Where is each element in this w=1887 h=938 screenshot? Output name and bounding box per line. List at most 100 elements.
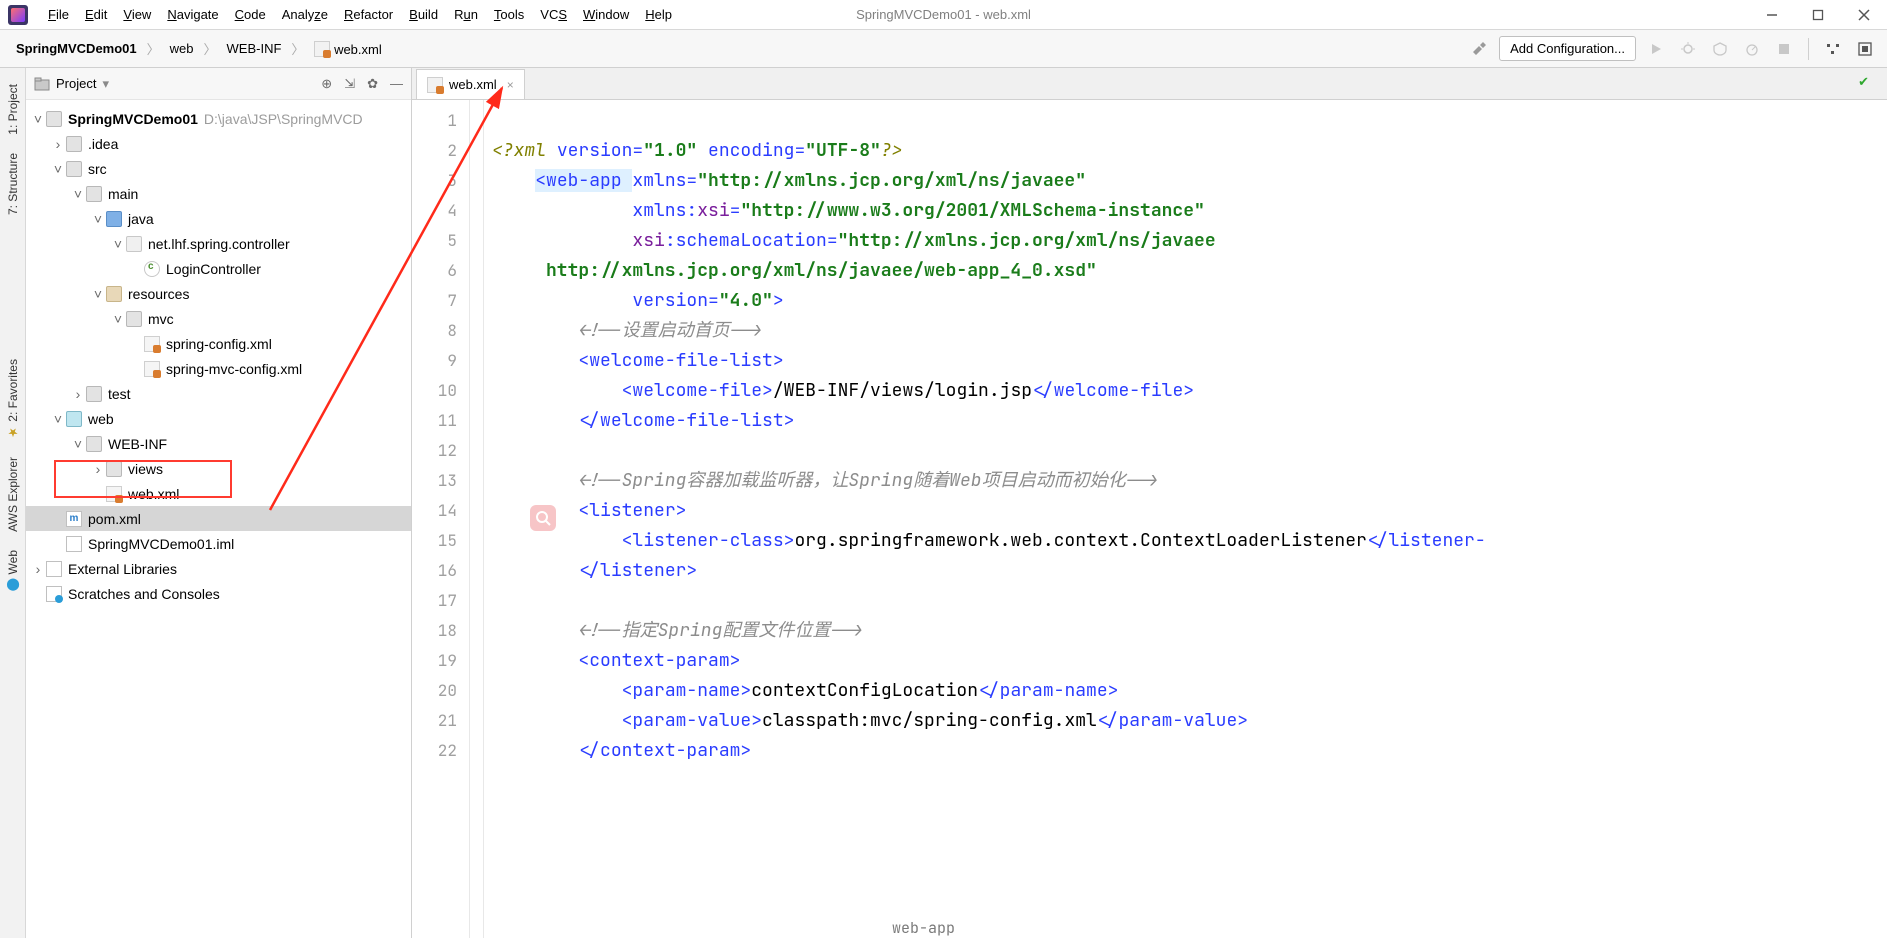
build-hammer-icon[interactable] [1467,37,1491,61]
menu-help[interactable]: Help [637,3,680,26]
tree-views[interactable]: ›views [26,456,411,481]
tool-tab-favorites[interactable]: ★2: Favorites [4,353,22,446]
tree-scratches[interactable]: Scratches and Consoles [26,581,411,606]
maximize-icon[interactable] [1795,0,1841,29]
code-token: http://xmlns.jcp.org/xml/ns/javaee/web-a… [546,259,1097,282]
folder-icon [86,436,102,452]
crumb-web[interactable]: web [164,39,200,58]
code-token: version [557,139,633,162]
code-token: > [773,349,784,372]
navbar: SpringMVCDemo01 〉 web 〉 WEB-INF 〉 web.xm… [0,30,1887,68]
menu-run[interactable]: Run [446,3,486,26]
debug-icon[interactable] [1676,37,1700,61]
code-token: > [784,529,795,552]
tool-tab-project[interactable]: 1: Project [4,78,22,141]
code-token: xmlns [632,169,686,192]
tree-webxml[interactable]: web.xml [26,481,411,506]
menu-navigate[interactable]: Navigate [159,3,226,26]
node-label: LoginController [166,261,261,277]
menu-tools[interactable]: Tools [486,3,532,26]
tree-iml[interactable]: SpringMVCDemo01.iml [26,531,411,556]
tool-tab-structure[interactable]: 7: Structure [4,147,22,221]
tab-close-icon[interactable]: × [507,78,514,92]
tool-tab-aws[interactable]: AWS Explorer [4,451,22,538]
collapse-icon[interactable]: — [390,76,403,92]
menu-view[interactable]: View [115,3,159,26]
chevron-down-icon[interactable]: ▾ [102,76,109,92]
code-token: context-param [600,739,740,762]
locate-icon[interactable]: ⊕ [321,76,332,92]
add-configuration-button[interactable]: Add Configuration... [1499,36,1636,61]
menu-refactor[interactable]: Refactor [336,3,401,26]
code-token: > [1183,379,1194,402]
tree-spring-mvc-config[interactable]: spring-mvc-config.xml [26,356,411,381]
code-token: xmlns: [632,199,697,222]
scratches-icon [46,586,62,602]
tree-pom[interactable]: mpom.xml [26,506,411,531]
node-label: src [88,161,107,177]
code-token: listener [589,499,675,522]
crumb-project[interactable]: SpringMVCDemo01 [10,39,143,58]
menu-analyze[interactable]: Analyze [274,3,336,26]
crumb-file[interactable]: web.xml [308,39,387,59]
tree-package[interactable]: ˅net.lhf.spring.controller [26,231,411,256]
node-label: web.xml [128,486,179,502]
tree-webinf[interactable]: ˅WEB-INF [26,431,411,456]
tree-main[interactable]: ˅main [26,181,411,206]
code-token: < [578,649,589,672]
menu-file[interactable]: File [40,3,77,26]
editor-tab-webxml[interactable]: web.xml × [416,69,525,99]
node-label: spring-mvc-config.xml [166,361,302,377]
profiler-icon[interactable] [1740,37,1764,61]
git-branch-icon[interactable] [1821,37,1845,61]
tree-idea[interactable]: ›.idea [26,131,411,156]
coverage-icon[interactable] [1708,37,1732,61]
tree-java[interactable]: ˅java [26,206,411,231]
code-token: welcome-file [1054,379,1184,402]
line-number: 5 [412,226,469,256]
node-label: SpringMVCDemo01 [68,111,198,127]
search-everywhere-icon[interactable] [1853,37,1877,61]
stop-icon[interactable] [1772,37,1796,61]
menu-window[interactable]: Window [575,3,637,26]
tree-src[interactable]: ˅src [26,156,411,181]
node-label: net.lhf.spring.controller [148,236,290,252]
expand-all-icon[interactable]: ⇲ [344,76,355,92]
line-number: 2 [412,136,469,166]
code-token: < [578,499,589,522]
tree-spring-config[interactable]: spring-config.xml [26,331,411,356]
line-number: 9 [412,346,469,376]
tree-test[interactable]: ›test [26,381,411,406]
menu-code[interactable]: Code [227,3,274,26]
menu-edit[interactable]: Edit [77,3,115,26]
code-token: <!--Spring容器加载监听器，让Spring随着Web项目启动而初始化--… [578,469,1158,492]
minimize-icon[interactable] [1749,0,1795,29]
project-header-label: Project [56,76,96,91]
code-area[interactable]: <?xml version="1.0" encoding="UTF-8"?> <… [484,100,1887,938]
menu-build[interactable]: Build [401,3,446,26]
line-number: 10 [412,376,469,406]
tree-root[interactable]: ˅SpringMVCDemo01D:\java\JSP\SpringMVCD [26,106,411,131]
code-token: param-name [1000,679,1108,702]
code-token: xsi [632,229,664,252]
folder-icon [106,461,122,477]
editor-bottom-breadcrumb[interactable]: web-app [892,918,955,938]
analysis-ok-icon[interactable]: ✔ [1858,74,1869,90]
tab-label: 2: Favorites [6,359,20,422]
menu-vcs[interactable]: VCS [532,3,575,26]
tree-class[interactable]: LoginController [26,256,411,281]
crumb-webinf[interactable]: WEB-INF [221,39,288,58]
tool-tab-web[interactable]: ⬤Web [4,544,22,598]
tree-web[interactable]: ˅web [26,406,411,431]
run-icon[interactable] [1644,37,1668,61]
gear-icon[interactable]: ✿ [367,76,378,92]
tree-ext-libs[interactable]: ›External Libraries [26,556,411,581]
project-tree[interactable]: ˅SpringMVCDemo01D:\java\JSP\SpringMVCD ›… [26,100,411,938]
close-icon[interactable] [1841,0,1887,29]
code-token: listener [600,559,686,582]
xml-file-icon [144,361,160,377]
tree-mvc[interactable]: ˅mvc [26,306,411,331]
titlebar: File Edit View Navigate Code Analyze Ref… [0,0,1887,30]
fold-gutter[interactable] [470,100,484,938]
tree-resources[interactable]: ˅resources [26,281,411,306]
